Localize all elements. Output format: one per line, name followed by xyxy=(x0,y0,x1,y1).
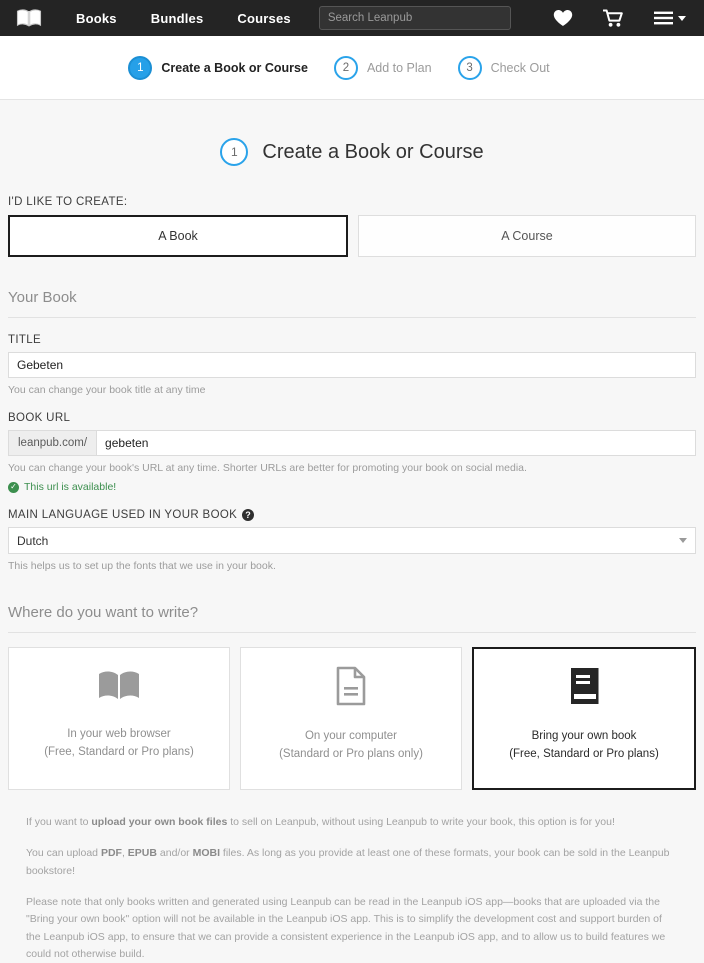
hamburger-menu-icon[interactable] xyxy=(654,11,686,25)
page-content: 1 Create a Book or Course I'D LIKE TO CR… xyxy=(0,100,704,963)
closed-book-glyph xyxy=(570,668,598,705)
write-card-bring-your-own-book-line1: Bring your own book xyxy=(531,730,637,743)
create-type-options: A Book A Course xyxy=(8,215,696,257)
closed-book-icon xyxy=(568,666,601,711)
url-field-help: You can change your book's URL at any ti… xyxy=(8,462,527,474)
open-book-logo-icon xyxy=(16,9,42,27)
top-navigation-bar: Books Bundles Courses xyxy=(0,0,704,36)
cart-glyph xyxy=(603,9,623,27)
write-card-bring-your-own-book-text: Bring your own book (Free, Standard or P… xyxy=(509,728,659,763)
step-3-number: 3 xyxy=(457,55,482,80)
page-title-row: 1 Create a Book or Course xyxy=(8,100,696,196)
write-option-cards: In your web browser (Free, Standard or P… xyxy=(8,647,696,790)
language-field-block: MAIN LANGUAGE USED IN YOUR BOOK ? Dutch … xyxy=(8,509,696,572)
info-p1-bold: upload your own book files xyxy=(91,816,228,828)
title-field-label: TITLE xyxy=(8,334,42,346)
write-card-your-computer[interactable]: On your computer (Standard or Pro plans … xyxy=(240,647,462,790)
step-3-check-out[interactable]: 3 Check Out xyxy=(457,55,576,80)
info-p2-prefix: You can upload xyxy=(26,847,101,860)
question-mark-icon[interactable]: ? xyxy=(242,509,255,521)
title-field-help: You can change your book title at any ti… xyxy=(8,384,206,396)
nav-link-books[interactable]: Books xyxy=(76,11,117,26)
info-p2-bold-pdf: PDF xyxy=(100,847,122,860)
info-p1-prefix: If you want to xyxy=(26,816,92,828)
heart-icon[interactable] xyxy=(553,9,573,27)
write-card-your-computer-line1: On your computer xyxy=(304,730,398,743)
nav-link-bundles[interactable]: Bundles xyxy=(151,11,204,26)
document-glyph xyxy=(336,666,366,706)
language-label-text: MAIN LANGUAGE USED IN YOUR BOOK xyxy=(8,509,238,521)
check-circle-icon: ✓ xyxy=(8,481,19,493)
create-type-a-course[interactable]: A Course xyxy=(358,215,696,257)
create-type-a-book[interactable]: A Book xyxy=(8,215,348,257)
write-card-web-browser-line2: (Free, Standard or Pro plans) xyxy=(44,745,194,758)
write-card-bring-your-own-book[interactable]: Bring your own book (Free, Standard or P… xyxy=(472,647,696,790)
nav-icon-group xyxy=(553,9,690,28)
step-1-label: Create a Book or Course xyxy=(161,60,308,75)
checkout-steps-bar: 1 Create a Book or Course 2 Add to Plan … xyxy=(0,36,704,100)
info-p2-mid2: and/or xyxy=(156,847,193,860)
title-field-block: TITLE You can change your book title at … xyxy=(8,334,696,396)
language-select[interactable]: Dutch xyxy=(8,527,696,554)
page-title: Create a Book or Course xyxy=(262,140,484,163)
info-p2-bold-mobi: MOBI xyxy=(192,847,220,860)
write-card-web-browser-line1: In your web browser xyxy=(67,728,171,741)
url-field-block: BOOK URL leanpub.com/ You can change you… xyxy=(8,412,696,493)
open-book-icon xyxy=(97,668,141,709)
chevron-down-icon xyxy=(678,15,686,21)
info-paragraph-1: If you want to upload your own book file… xyxy=(26,814,678,831)
language-field-help: This helps us to set up the fonts that w… xyxy=(8,560,276,572)
book-title-input[interactable] xyxy=(8,352,696,378)
url-availability-status: ✓ This url is available! xyxy=(8,481,696,493)
info-p2-bold-epub: EPUB xyxy=(127,847,157,860)
step-3-label: Check Out xyxy=(490,60,550,75)
write-card-bring-your-own-book-line2: (Free, Standard or Pro plans) xyxy=(509,747,659,760)
url-input-group: leanpub.com/ xyxy=(8,430,696,456)
cart-icon[interactable] xyxy=(603,9,624,28)
document-icon xyxy=(335,666,367,711)
step-2-label: Add to Plan xyxy=(366,60,432,75)
leanpub-logo[interactable] xyxy=(14,6,44,30)
step-1-number: 1 xyxy=(128,55,153,80)
write-card-your-computer-line2: (Standard or Pro plans only) xyxy=(279,747,423,760)
info-paragraph-2: You can upload PDF, EPUB and/or MOBI fil… xyxy=(26,845,678,880)
your-book-heading: Your Book xyxy=(8,289,696,318)
open-book-glyph xyxy=(99,671,139,700)
search-container xyxy=(318,6,511,30)
primary-nav-links: Books Bundles Courses xyxy=(76,11,291,26)
heart-glyph xyxy=(553,10,573,26)
where-write-heading: Where do you want to write? xyxy=(8,604,696,633)
step-2-add-to-plan[interactable]: 2 Add to Plan xyxy=(333,55,458,80)
hamburger-glyph xyxy=(654,11,673,25)
book-url-input[interactable] xyxy=(96,430,696,456)
url-field-label: BOOK URL xyxy=(8,412,71,424)
info-p1-suffix: to sell on Leanpub, without using Leanpu… xyxy=(227,816,615,828)
language-field-label: MAIN LANGUAGE USED IN YOUR BOOK ? xyxy=(8,509,696,521)
language-select-wrap: Dutch xyxy=(8,527,696,554)
search-input[interactable] xyxy=(318,6,511,30)
info-paragraph-3: Please note that only books written and … xyxy=(26,895,666,960)
page-step-number: 1 xyxy=(220,138,249,166)
write-card-web-browser[interactable]: In your web browser (Free, Standard or P… xyxy=(8,647,230,790)
url-prefix-label: leanpub.com/ xyxy=(8,430,97,456)
write-card-web-browser-text: In your web browser (Free, Standard or P… xyxy=(44,726,194,761)
step-1-create[interactable]: 1 Create a Book or Course xyxy=(128,55,334,80)
url-status-text: This url is available! xyxy=(24,481,117,493)
nav-link-courses[interactable]: Courses xyxy=(237,11,290,26)
create-type-label: I'D LIKE TO CREATE: xyxy=(8,196,128,208)
write-card-your-computer-text: On your computer (Standard or Pro plans … xyxy=(279,728,423,763)
step-2-number: 2 xyxy=(333,55,358,80)
